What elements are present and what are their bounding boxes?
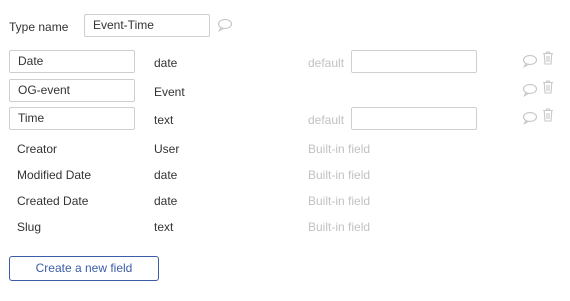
builtin-field-type: User: [154, 142, 180, 156]
builtin-field-note: Built-in field: [308, 168, 371, 182]
type-name-label: Type name: [9, 20, 69, 34]
field-type[interactable]: text: [154, 113, 173, 127]
type-name-input[interactable]: Event-Time: [84, 14, 210, 37]
field-type[interactable]: date: [154, 56, 177, 70]
comment-icon[interactable]: [522, 111, 538, 125]
builtin-field-name: Modified Date: [17, 168, 92, 182]
field-name-input[interactable]: OG-event: [9, 79, 135, 102]
trash-icon[interactable]: [542, 80, 554, 94]
builtin-field-note: Built-in field: [308, 142, 371, 156]
default-value-input[interactable]: [351, 107, 477, 130]
field-name-input[interactable]: Date: [9, 50, 135, 73]
builtin-field-note: Built-in field: [308, 194, 371, 208]
builtin-field-type: date: [154, 168, 178, 182]
builtin-field-type: text: [154, 220, 174, 234]
field-type[interactable]: Event: [154, 85, 185, 99]
field-name-input[interactable]: Time: [9, 107, 135, 130]
builtin-field-note: Built-in field: [308, 220, 371, 234]
comment-icon[interactable]: [522, 54, 538, 68]
comment-icon[interactable]: [217, 18, 233, 32]
trash-icon[interactable]: [542, 108, 554, 122]
builtin-field-type: date: [154, 194, 178, 208]
default-label: default: [308, 113, 345, 127]
builtin-field-name: Creator: [17, 142, 58, 156]
builtin-field-name: Created Date: [17, 194, 89, 208]
comment-icon[interactable]: [522, 83, 538, 97]
trash-icon[interactable]: [542, 51, 554, 65]
default-label: default: [308, 56, 345, 70]
default-value-input[interactable]: [351, 50, 477, 73]
create-new-field-button[interactable]: Create a new field: [9, 256, 159, 281]
builtin-field-name: Slug: [17, 220, 42, 234]
